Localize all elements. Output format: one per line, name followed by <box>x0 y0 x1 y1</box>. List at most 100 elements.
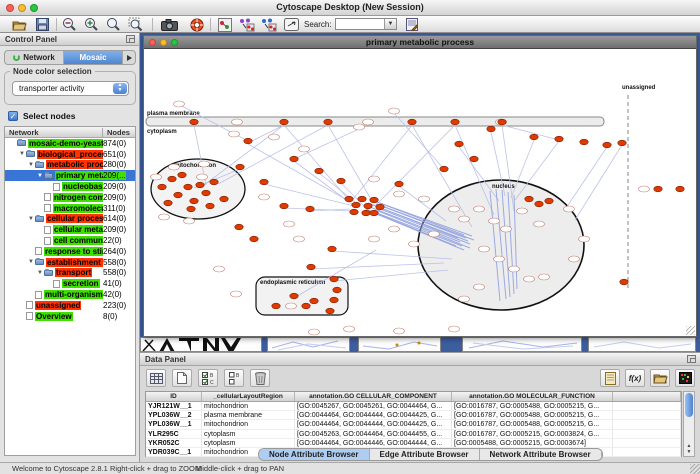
table-cell[interactable]: mitochondrion <box>202 402 295 410</box>
network-node[interactable] <box>302 303 310 309</box>
network-node[interactable] <box>455 141 463 147</box>
network-node[interactable] <box>328 246 336 252</box>
tree-row-metabolic-process[interactable]: ▼metabolic process280(0) <box>5 160 135 171</box>
network-node[interactable] <box>210 179 218 185</box>
network-node[interactable] <box>408 119 416 125</box>
tree-row-unassigned[interactable]: unassigned223(0) <box>5 300 135 311</box>
network-node[interactable] <box>324 119 332 125</box>
network-node[interactable] <box>202 190 210 196</box>
save-session-icon[interactable] <box>33 17 51 32</box>
network-window-titlebar[interactable]: primary metabolic process <box>144 36 696 49</box>
table-cell[interactable]: [GO:0016787, GO:0005488, GO:0005215, G..… <box>452 402 613 410</box>
table-row[interactable]: YPL036W__1mitochondrion[GO:0044464, GO:0… <box>146 420 681 429</box>
tree-row-cellular-metabo[interactable]: cellular metabo209(0) <box>5 224 135 235</box>
network-node[interactable] <box>330 297 338 303</box>
attribute-table-icon[interactable] <box>146 369 166 387</box>
tree-row-nucleobase-[interactable]: nucleobase-209(0) <box>5 181 135 192</box>
network-node[interactable] <box>290 156 298 162</box>
network-node[interactable] <box>580 139 588 145</box>
dropdown-stepper-icon[interactable]: ▲▼ <box>113 83 127 94</box>
table-cell[interactable]: [GO:0005488, GO:0005215, GO:0003674] <box>452 439 613 447</box>
network-node[interactable] <box>220 196 228 202</box>
network-node[interactable] <box>362 210 370 216</box>
network-node[interactable] <box>535 201 543 207</box>
table-cell[interactable]: [GO:0044464, GO:0044444, GO:0044425, G..… <box>295 420 452 428</box>
tree-row-response-to-stimulu[interactable]: response to stimulu264(0) <box>5 246 135 257</box>
table-cell[interactable]: YDR039C__1 <box>146 448 202 456</box>
tab-network-attribute-browser[interactable]: Network Attribute Browser <box>480 449 602 460</box>
table-cell[interactable]: YJR121W__1 <box>146 402 202 410</box>
node-color-dropdown[interactable]: transporter activity ▲▼ <box>12 81 129 96</box>
tab-overflow-arrow-icon[interactable] <box>123 51 135 64</box>
column-header-0[interactable]: ID <box>146 392 202 401</box>
tab-edge-attribute-browser[interactable]: Edge Attribute Browser <box>370 449 480 460</box>
compartment-plasma-membrane[interactable] <box>146 117 604 126</box>
table-cell[interactable]: YLR295C <box>146 430 202 438</box>
network-node[interactable] <box>310 298 318 304</box>
table-cell[interactable]: cytoplasm <box>202 430 295 438</box>
tree-row-biological-process[interactable]: ▼biological_process651(0) <box>5 149 135 160</box>
network-node[interactable] <box>178 172 186 178</box>
network-node[interactable] <box>370 210 378 216</box>
zoom-in-icon[interactable] <box>82 17 100 32</box>
table-row[interactable]: YPL036W__2plasma membrane[GO:0044464, GO… <box>146 411 681 420</box>
attribute-matrix-icon[interactable] <box>675 369 695 387</box>
column-header-3[interactable]: annotation.GO MOLECULAR_FUNCTION <box>452 392 613 401</box>
unselect-attributes-icon[interactable]: B <box>224 369 244 387</box>
expander-icon[interactable]: ▼ <box>36 270 44 276</box>
network-node[interactable] <box>206 203 214 209</box>
network-node[interactable] <box>174 192 182 198</box>
table-cell[interactable]: [GO:0016787, GO:0005488, GO:0005215, G..… <box>452 420 613 428</box>
table-cell[interactable]: cytoplasm <box>202 439 295 447</box>
network-node[interactable] <box>487 126 495 132</box>
network-node[interactable] <box>654 186 662 192</box>
table-cell[interactable]: [GO:0044464, GO:0044446, GO:0044444, G..… <box>295 439 452 447</box>
network-node[interactable] <box>345 196 353 202</box>
background-window-tile[interactable] <box>588 337 696 352</box>
network-node[interactable] <box>290 293 298 299</box>
tab-network[interactable]: Network <box>5 51 64 64</box>
formula-builder-icon[interactable]: f(x) <box>625 369 645 387</box>
float-window-icon[interactable] <box>687 355 696 363</box>
search-dropdown-arrow-icon[interactable]: ▼ <box>384 19 396 29</box>
tab-node-attribute-browser[interactable]: Node Attribute Browser <box>259 449 370 460</box>
table-scrollbar[interactable]: ▲▼ <box>683 391 695 457</box>
tree-row-cell-communicat[interactable]: cell communicat22(0) <box>5 235 135 246</box>
network-node[interactable] <box>164 200 172 206</box>
background-window-tile[interactable] <box>462 337 582 352</box>
network-node[interactable] <box>250 236 258 242</box>
network-node[interactable] <box>280 203 288 209</box>
network-node[interactable] <box>545 198 553 204</box>
background-window-tile[interactable] <box>358 337 441 352</box>
network-node[interactable] <box>555 136 563 142</box>
select-attributes-icon[interactable]: BC <box>198 369 218 387</box>
table-cell[interactable]: [GO:0045263, GO:0044464, GO:0044455, G..… <box>295 430 452 438</box>
table-cell[interactable]: plasma membrane <box>202 411 295 419</box>
tree-row-nitrogen-compo[interactable]: nitrogen compo209(0) <box>5 192 135 203</box>
table-row[interactable]: YLR295Ccytoplasm[GO:0045263, GO:0044464,… <box>146 430 681 439</box>
network-node[interactable] <box>603 142 611 148</box>
tree-row-primary-metabo[interactable]: ▼primary metabo209(... <box>5 170 135 181</box>
network-node[interactable] <box>440 166 448 172</box>
scrollbar-thumb[interactable] <box>685 393 693 417</box>
select-nodes-checkbox[interactable]: ✓ <box>8 111 18 121</box>
network-node[interactable] <box>350 209 358 215</box>
table-cell[interactable]: YKR052C <box>146 439 202 447</box>
attribute-editor-icon[interactable] <box>600 369 620 387</box>
network-node[interactable] <box>158 184 166 190</box>
network-node[interactable] <box>352 202 360 208</box>
tree-row-establishment-of-lo[interactable]: ▼establishment of lo558(0) <box>5 257 135 268</box>
network-node[interactable] <box>235 224 243 230</box>
expander-icon[interactable]: ▼ <box>27 216 35 222</box>
network-node[interactable] <box>337 178 345 184</box>
network-node[interactable] <box>618 140 626 146</box>
help-lifering-icon[interactable] <box>188 17 206 32</box>
table-cell[interactable]: [GO:0045267, GO:0045261, GO:0044464, G..… <box>295 402 452 410</box>
annotation-icon[interactable] <box>282 17 300 32</box>
network-node[interactable] <box>306 206 314 212</box>
tree-row-secretion[interactable]: secretion41(0) <box>5 278 135 289</box>
network-node[interactable] <box>168 176 176 182</box>
table-row[interactable]: YJR121W__1mitochondrion[GO:0045267, GO:0… <box>146 402 681 411</box>
expander-icon[interactable]: ▼ <box>27 162 35 168</box>
network-node[interactable] <box>315 168 323 174</box>
